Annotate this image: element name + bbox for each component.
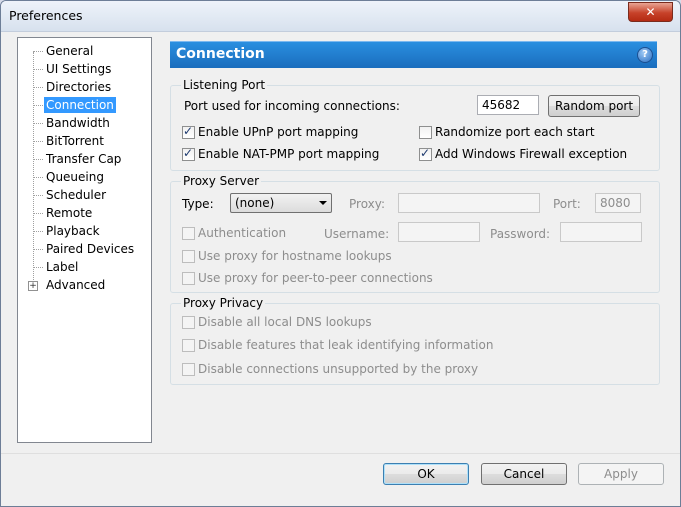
proxy-host-input[interactable] [398,193,540,213]
proxy-server-group-label: Proxy Server [181,174,262,188]
close-button[interactable]: ✕ [628,2,673,22]
footer-divider [1,453,680,454]
sidebar-item-transfer-cap[interactable]: Transfer Cap [44,151,123,167]
tree-connector [33,231,43,232]
sidebar-item-paired-devices[interactable]: Paired Devices [44,241,136,257]
sidebar-item-general[interactable]: General [44,43,95,59]
tree-connector [33,195,43,196]
tree-connector [33,213,43,214]
tree-connector [33,69,43,70]
section-header: Connection ? [170,41,657,68]
chevron-down-icon [319,201,327,205]
listening-port-group-label: Listening Port [181,78,268,92]
port-label: Port used for incoming connections: [184,99,400,113]
sidebar-item-advanced[interactable]: Advanced [44,277,107,293]
tree-connector [33,141,43,142]
p2p-proxy-checkbox[interactable] [182,272,195,285]
sidebar-item-scheduler[interactable]: Scheduler [44,187,108,203]
tree-connector [33,51,43,52]
apply-button[interactable]: Apply [578,463,664,485]
tree-connector [33,267,43,268]
disable-dns-checkbox[interactable] [182,316,195,329]
randomize-port-checkbox[interactable] [419,126,432,139]
password-input[interactable] [560,222,642,242]
preferences-window: Preferences ✕ General UI Settings Direct… [0,0,681,507]
proxy-port-input[interactable]: 8080 [595,193,641,213]
upnp-label: Enable UPnP port mapping [198,125,359,139]
authentication-label: Authentication [198,226,287,240]
tree-connector [33,159,43,160]
randomize-port-label: Randomize port each start [435,125,595,139]
username-input[interactable] [398,222,480,242]
proxy-privacy-group-label: Proxy Privacy [181,296,266,310]
hostname-lookups-checkbox[interactable] [182,250,195,263]
tree-connector [33,123,43,124]
disable-unsupported-checkbox[interactable] [182,363,195,376]
expand-icon[interactable]: + [28,281,38,291]
sidebar-item-connection[interactable]: Connection [44,97,116,113]
ok-button[interactable]: OK [383,463,469,485]
proxy-type-label: Type: [182,197,214,211]
hostname-lookups-label: Use proxy for hostname lookups [198,249,392,263]
page-title: Connection [176,46,265,62]
tree-connector [33,105,43,106]
proxy-type-value: (none) [235,196,275,210]
authentication-checkbox[interactable] [182,227,195,240]
sidebar-item-remote[interactable]: Remote [44,205,94,221]
proxy-host-label: Proxy: [349,197,386,211]
firewall-label: Add Windows Firewall exception [435,147,628,161]
port-input[interactable]: 45682 [477,95,539,115]
cancel-button[interactable]: Cancel [481,463,567,485]
proxy-type-select[interactable]: (none) [230,193,332,213]
natpmp-checkbox[interactable] [182,146,195,161]
proxy-port-label: Port: [553,197,581,211]
sidebar-item-label[interactable]: Label [44,259,80,275]
password-label: Password: [490,227,551,241]
sidebar-item-ui-settings[interactable]: UI Settings [44,61,113,77]
sidebar-item-directories[interactable]: Directories [44,79,113,95]
sidebar-item-playback[interactable]: Playback [44,223,102,239]
disable-leak-checkbox[interactable] [182,339,195,352]
sidebar-item-bandwidth[interactable]: Bandwidth [44,115,112,131]
window-title: Preferences [9,8,83,23]
firewall-checkbox[interactable] [419,146,432,161]
disable-dns-label: Disable all local DNS lookups [198,315,372,329]
disable-unsupported-label: Disable connections unsupported by the p… [198,362,479,376]
close-icon: ✕ [645,5,656,19]
disable-leak-label: Disable features that leak identifying i… [198,338,494,352]
username-label: Username: [324,227,390,241]
tree-connector [33,177,43,178]
tree-connector [33,87,43,88]
category-tree[interactable]: General UI Settings Directories Connecti… [17,37,152,443]
random-port-button[interactable]: Random port [548,95,640,117]
help-icon[interactable]: ? [637,47,653,63]
sidebar-item-queueing[interactable]: Queueing [44,169,106,185]
tree-connector [33,249,43,250]
natpmp-label: Enable NAT-PMP port mapping [198,147,380,161]
title-bar: Preferences ✕ [1,1,680,32]
p2p-proxy-label: Use proxy for peer-to-peer connections [198,271,433,285]
upnp-checkbox[interactable] [182,124,195,139]
sidebar-item-bittorrent[interactable]: BitTorrent [44,133,106,149]
